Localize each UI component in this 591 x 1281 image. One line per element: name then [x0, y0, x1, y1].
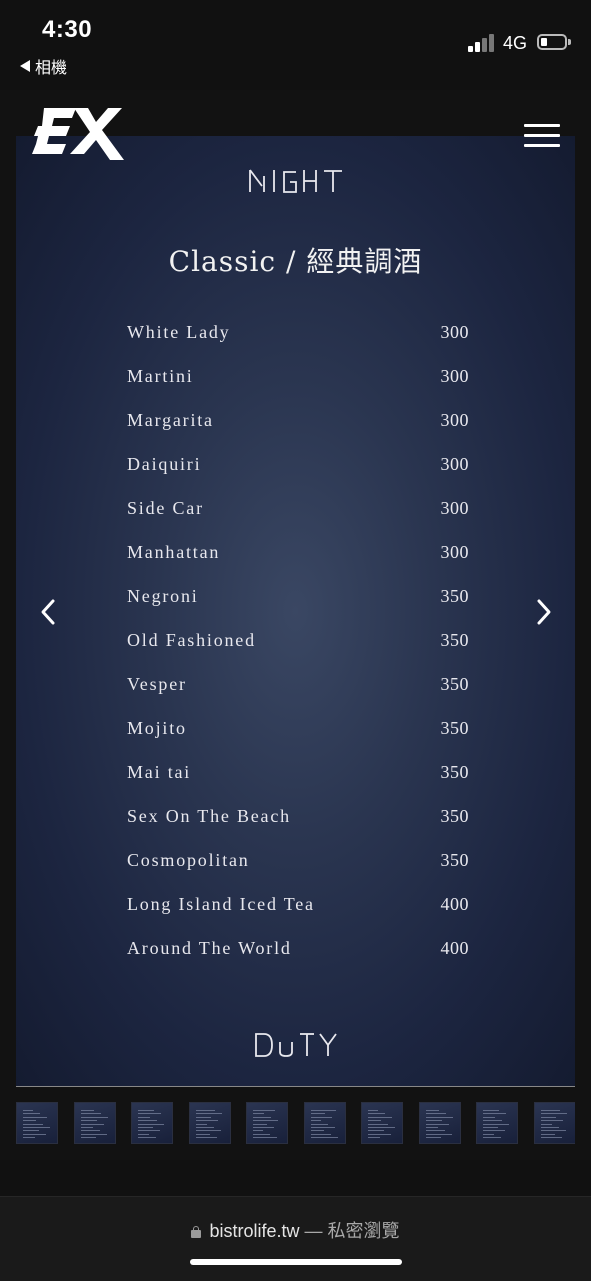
menu-item: Negroni 350 [127, 586, 469, 630]
menu-item-price: 400 [440, 894, 469, 914]
menu-item-name: Old Fashioned [127, 630, 256, 650]
back-to-app-button[interactable]: 相機 [20, 54, 67, 78]
menu-item-name: Cosmopolitan [127, 850, 250, 870]
thumbnail-strip [16, 1102, 575, 1146]
menu-item-price: 350 [440, 674, 469, 694]
url-bar[interactable]: bistrolife.tw — 私密瀏覽 [0, 1217, 591, 1243]
gallery-thumbnail[interactable] [246, 1102, 288, 1144]
menu-item-name: Manhattan [127, 542, 221, 562]
menu-item: Mojito 350 [127, 718, 469, 762]
menu-item: Old Fashioned 350 [127, 630, 469, 674]
chevron-right-icon[interactable] [534, 598, 554, 626]
status-bar: 4:30 相機 4G [0, 0, 591, 90]
menu-item: Daiquiri 300 [127, 454, 469, 498]
back-app-label: 相機 [35, 60, 68, 77]
browser-bottom-bar: bistrolife.tw — 私密瀏覽 [0, 1196, 591, 1281]
gallery-thumbnail[interactable] [361, 1102, 403, 1144]
network-type: 4G [503, 33, 528, 53]
menu-item-name: Daiquiri [127, 454, 202, 474]
cellular-signal-icon [468, 34, 496, 52]
menu-section-title: Classic / 經典調酒 [168, 245, 423, 278]
menu-item-price: 300 [440, 410, 469, 430]
menu-item-name: Around The World [127, 938, 292, 958]
menu-item: Side Car 300 [127, 498, 469, 542]
menu-item-name: Martini [127, 366, 194, 386]
menu-item-price: 400 [440, 938, 469, 958]
gallery-thumbnail[interactable] [131, 1102, 173, 1144]
gallery-thumbnail[interactable] [303, 1102, 346, 1144]
chevron-left-icon[interactable] [38, 598, 58, 626]
cocktail-menu-list: White Lady 300 Martini 300 Margarita 300 Daiqu… [127, 322, 469, 982]
menu-item-name: Sex On The Beach [127, 806, 291, 826]
private-browsing-label: — 私密瀏覽 [299, 1221, 400, 1241]
menu-item-price: 300 [440, 366, 469, 386]
menu-item-price: 350 [440, 762, 469, 782]
menu-item-name: Side Car [127, 498, 204, 518]
menu-item-name: Negroni [127, 586, 199, 606]
menu-item-name: Mai tai [127, 762, 192, 782]
menu-item-price: 300 [440, 542, 469, 562]
menu-item: Sex On The Beach 350 [127, 806, 469, 850]
gallery-thumbnail[interactable] [73, 1102, 116, 1144]
menu-item: Manhattan 300 [127, 542, 469, 586]
menu-item: Margarita 300 [127, 410, 469, 454]
gallery-thumbnail[interactable] [533, 1102, 575, 1144]
menu-item-price: 300 [440, 454, 469, 474]
back-triangle-icon [20, 60, 30, 72]
menu-item: Long Island Iced Tea 400 [127, 894, 469, 938]
menu-item-price: 350 [440, 806, 469, 826]
menu-item-name: Vesper [127, 674, 187, 694]
menu-item: Cosmopolitan 350 [127, 850, 469, 894]
menu-item: Mai tai 350 [127, 762, 469, 806]
battery-nub [568, 39, 571, 45]
menu-item-price: 350 [440, 718, 469, 738]
menu-item-price: 350 [440, 630, 469, 650]
duty-logo-icon [255, 1033, 337, 1057]
web-content: Classic / 經典調酒 White Lady 300 Martini 300 Ma… [0, 90, 591, 1160]
gallery-thumbnail[interactable] [16, 1102, 58, 1144]
menu-item-price: 300 [440, 498, 469, 518]
menu-item-name: Mojito [127, 718, 187, 738]
ex-logo-icon[interactable] [30, 104, 126, 164]
home-indicator[interactable] [190, 1259, 402, 1265]
lock-icon [191, 1226, 202, 1238]
menu-item-name: Margarita [127, 410, 214, 430]
menu-item-price: 300 [440, 322, 469, 342]
menu-item-price: 350 [440, 850, 469, 870]
menu-item-name: White Lady [127, 322, 231, 342]
menu-item-price: 350 [440, 586, 469, 606]
menu-item: Around The World 400 [127, 938, 469, 982]
gallery-thumbnail[interactable] [188, 1102, 231, 1144]
gallery-divider [16, 1086, 575, 1087]
menu-item: Vesper 350 [127, 674, 469, 718]
menu-item: Martini 300 [127, 366, 469, 410]
night-logo-icon [249, 169, 342, 193]
gallery-thumbnail[interactable] [476, 1102, 518, 1144]
url-domain: bistrolife.tw [209, 1221, 300, 1241]
battery-icon [537, 34, 567, 50]
gallery-thumbnail[interactable] [418, 1102, 461, 1144]
menu-item: White Lady 300 [127, 322, 469, 366]
status-time: 4:30 [42, 16, 93, 43]
menu-item-name: Long Island Iced Tea [127, 894, 315, 914]
hamburger-menu-icon[interactable] [524, 124, 560, 148]
